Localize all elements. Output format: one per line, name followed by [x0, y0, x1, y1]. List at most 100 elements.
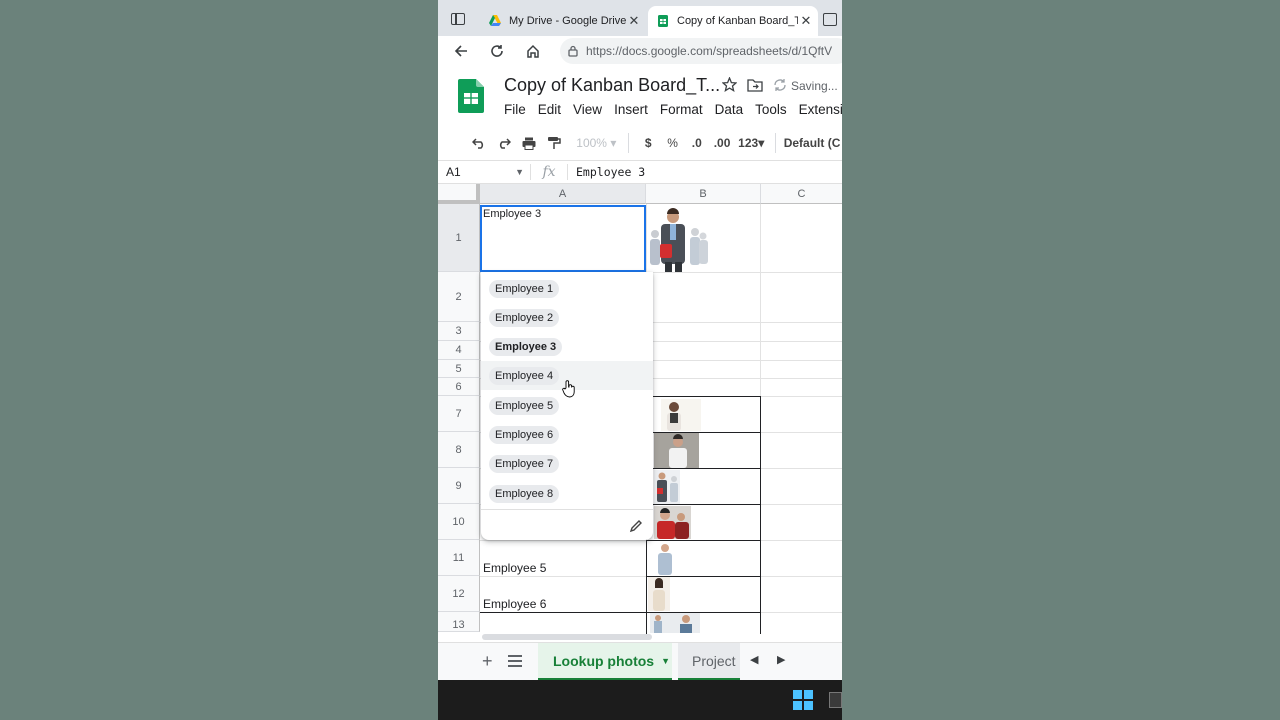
menu-file[interactable]: File — [504, 102, 526, 117]
row-header[interactable]: 10 — [438, 504, 480, 540]
print-icon[interactable] — [517, 130, 542, 156]
menu-insert[interactable]: Insert — [614, 102, 648, 117]
google-drive-icon — [489, 15, 501, 26]
sheet-tabs-bar: + Lookup photos ▼ Project ◀ ▶ — [438, 642, 842, 681]
font-select[interactable]: Default (C — [784, 130, 842, 156]
url-text: https://docs.google.com/spreadsheets/d/1… — [586, 44, 833, 58]
team-photo — [650, 208, 708, 272]
option-chip: Employee 1 — [489, 279, 560, 298]
dropdown-option[interactable]: Employee 7 — [481, 449, 653, 478]
cell-a12[interactable]: Employee 6 — [483, 597, 546, 611]
browser-tab-sheet[interactable]: Copy of Kanban Board_Te ✕ — [648, 6, 818, 36]
row-header[interactable]: 1 — [438, 204, 480, 272]
back-icon[interactable] — [448, 38, 474, 64]
windows-start-icon[interactable] — [793, 690, 813, 710]
option-chip: Employee 3 — [489, 337, 563, 356]
save-status: Saving... — [791, 79, 838, 93]
move-folder-icon[interactable] — [747, 78, 763, 95]
cell-a11[interactable]: Employee 5 — [483, 561, 546, 575]
increase-decimal-button[interactable]: .00 — [708, 130, 735, 156]
function-icon: fx — [530, 164, 568, 180]
address-row: https://docs.google.com/spreadsheets/d/1… — [438, 36, 842, 66]
dropdown-option[interactable]: Employee 6 — [481, 420, 653, 449]
sheets-logo-icon[interactable] — [458, 79, 484, 113]
chevron-down-icon: ▼ — [661, 655, 671, 666]
employee-photo — [661, 399, 701, 431]
sheet-tab-project[interactable]: Project — [678, 643, 740, 681]
browser-tab-strip: My Drive - Google Drive ✕ Copy of Kanban… — [438, 0, 842, 38]
add-sheet-icon[interactable]: + — [482, 651, 493, 672]
row-header[interactable]: 5 — [438, 360, 480, 378]
menu-edit[interactable]: Edit — [538, 102, 561, 117]
dropdown-option[interactable]: Employee 2 — [481, 303, 653, 332]
scroll-tabs-right-icon[interactable]: ▶ — [777, 653, 785, 666]
all-sheets-icon[interactable] — [508, 655, 522, 667]
row-header[interactable]: 2 — [438, 272, 480, 322]
close-icon[interactable]: ✕ — [798, 13, 814, 29]
menu-view[interactable]: View — [573, 102, 602, 117]
percent-button[interactable]: % — [660, 130, 685, 156]
horizontal-scrollbar[interactable] — [482, 634, 652, 640]
dropdown-option[interactable]: Employee 8 — [481, 479, 653, 508]
close-icon[interactable]: ✕ — [626, 13, 642, 29]
zoom-value: 100% — [576, 136, 607, 150]
sheet-tab-lookup-photos[interactable]: Lookup photos ▼ — [538, 643, 672, 681]
toolbar-divider — [627, 133, 629, 153]
row-header[interactable]: 12 — [438, 576, 480, 612]
row-header[interactable]: 11 — [438, 540, 480, 576]
row-header[interactable]: 8 — [438, 432, 480, 468]
menu-data[interactable]: Data — [715, 102, 744, 117]
title-actions: Saving... — [721, 76, 838, 95]
row-header[interactable]: 13 — [438, 612, 480, 632]
sheet-tab-label: Lookup photos — [553, 652, 655, 669]
select-all-corner[interactable] — [438, 184, 480, 204]
row-header[interactable]: 7 — [438, 396, 480, 432]
os-taskbar — [438, 680, 842, 720]
star-icon[interactable] — [721, 76, 738, 95]
zoom-select[interactable]: 100% ▾ — [573, 130, 620, 156]
menu-extensions[interactable]: Extensio — [799, 102, 842, 117]
row-header[interactable]: 4 — [438, 341, 480, 360]
employee-photo — [654, 470, 680, 504]
menu-tools[interactable]: Tools — [755, 102, 787, 117]
dropdown-divider — [481, 509, 653, 510]
dropdown-option[interactable]: Employee 1 — [481, 274, 653, 303]
employee-photo — [654, 433, 699, 468]
data-validation-dropdown: Employee 1 Employee 2 Employee 3 Employe… — [481, 272, 653, 540]
tab-actions-icon[interactable] — [451, 13, 465, 25]
column-header-b[interactable]: B — [646, 184, 761, 204]
option-chip: Employee 8 — [489, 484, 560, 503]
google-sheets-icon — [658, 15, 668, 27]
number-format-value: 123 — [738, 136, 759, 150]
currency-button[interactable]: $ — [637, 130, 660, 156]
formula-input[interactable]: Employee 3 — [568, 165, 645, 179]
document-title[interactable]: Copy of Kanban Board_T... — [504, 75, 720, 96]
column-header-c[interactable]: C — [761, 184, 842, 204]
option-chip: Employee 4 — [489, 366, 560, 385]
name-box[interactable]: A1 ▼ — [438, 165, 530, 179]
home-icon[interactable] — [520, 38, 546, 64]
redo-icon[interactable] — [491, 130, 516, 156]
option-chip: Employee 2 — [489, 308, 560, 327]
menu-format[interactable]: Format — [660, 102, 703, 117]
employee-photo — [654, 541, 676, 575]
taskbar-app-icon[interactable] — [829, 692, 842, 708]
edit-pencil-icon[interactable] — [628, 518, 644, 534]
chevron-down-icon: ▼ — [515, 167, 524, 177]
employee-photo — [654, 506, 691, 539]
saved-tabs-icon[interactable] — [823, 13, 837, 26]
column-header-a[interactable]: A — [480, 184, 646, 204]
option-chip: Employee 7 — [489, 454, 560, 473]
dropdown-option-selected[interactable]: Employee 3 — [481, 332, 653, 361]
decrease-decimal-button[interactable]: .0 — [685, 130, 708, 156]
scroll-tabs-left-icon[interactable]: ◀ — [750, 653, 758, 666]
number-format-select[interactable]: 123 ▾ — [736, 130, 767, 156]
row-header[interactable]: 9 — [438, 468, 480, 504]
address-bar[interactable]: https://docs.google.com/spreadsheets/d/1… — [560, 38, 842, 64]
undo-icon[interactable] — [466, 130, 491, 156]
browser-tab-drive[interactable]: My Drive - Google Drive ✕ — [480, 6, 646, 36]
row-header[interactable]: 6 — [438, 378, 480, 396]
paint-format-icon[interactable] — [542, 130, 567, 156]
row-header[interactable]: 3 — [438, 322, 480, 341]
reload-icon[interactable] — [484, 38, 510, 64]
